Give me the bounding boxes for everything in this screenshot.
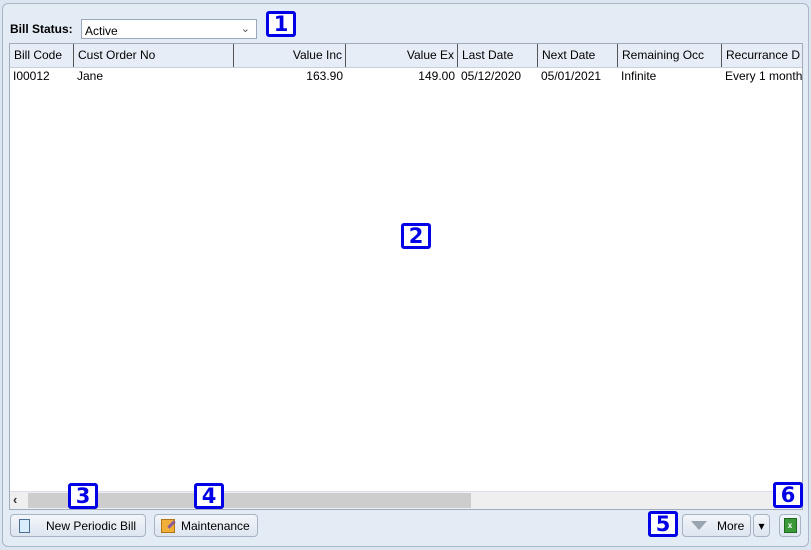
column-header-value-ex[interactable]: Value Ex — [346, 44, 458, 67]
column-header-last-date[interactable]: Last Date — [458, 44, 538, 67]
annotation-badge-4: 4 — [194, 483, 224, 509]
bill-status-select[interactable]: Active ⌄ — [81, 19, 257, 39]
cell-next-date: 05/01/2021 — [541, 69, 602, 83]
annotation-badge-6: 6 — [773, 482, 803, 508]
scroll-left-icon[interactable]: ‹ — [13, 492, 17, 507]
column-header-recurrance[interactable]: Recurrance D — [722, 44, 802, 67]
chevron-down-icon: ⌄ — [240, 23, 250, 35]
maintenance-button[interactable]: Maintenance — [154, 514, 258, 537]
annotation-badge-1: 1 — [266, 11, 296, 37]
horizontal-scrollbar[interactable]: ‹ — [10, 491, 802, 509]
column-header-cust-order-no[interactable]: Cust Order No — [74, 44, 234, 67]
column-header-bill-code[interactable]: Bill Code — [10, 44, 74, 67]
bill-status-label: Bill Status: — [10, 22, 73, 36]
annotation-badge-2: 2 — [401, 223, 431, 249]
more-button[interactable]: More — [682, 514, 751, 537]
cell-value-inc: 163.90 — [306, 69, 343, 83]
table-row[interactable]: I00012 Jane 163.90 149.00 05/12/2020 05/… — [10, 68, 803, 84]
new-periodic-bill-button[interactable]: New Periodic Bill — [10, 514, 146, 537]
cell-bill-code: I00012 — [13, 69, 50, 83]
excel-icon: x — [783, 518, 797, 533]
cell-last-date: 05/12/2020 — [461, 69, 522, 83]
annotation-badge-5: 5 — [648, 511, 678, 537]
cell-cust-order-no: Jane — [77, 69, 104, 83]
bills-grid: Bill Code Cust Order No Value Inc Value … — [9, 43, 803, 510]
export-excel-button[interactable]: x — [779, 514, 801, 537]
triangle-down-icon — [691, 521, 707, 530]
maintenance-label: Maintenance — [181, 518, 250, 533]
grid-header: Bill Code Cust Order No Value Inc Value … — [10, 44, 802, 68]
dropdown-arrow-icon: ▾ — [758, 518, 765, 533]
bill-status-value: Active — [85, 24, 118, 38]
new-periodic-bill-label: New Periodic Bill — [46, 518, 137, 533]
annotation-badge-3: 3 — [68, 483, 98, 509]
maintenance-icon — [161, 518, 175, 533]
cell-recurrance: Every 1 month — [725, 69, 803, 83]
cell-remaining-occ: Infinite — [621, 69, 657, 83]
column-header-remaining-occ[interactable]: Remaining Occ — [618, 44, 722, 67]
more-dropdown-button[interactable]: ▾ — [753, 514, 770, 537]
more-label: More — [717, 518, 745, 533]
cell-value-ex: 149.00 — [418, 69, 455, 83]
column-header-next-date[interactable]: Next Date — [538, 44, 618, 67]
column-header-value-inc[interactable]: Value Inc — [234, 44, 346, 67]
document-icon — [19, 518, 30, 533]
